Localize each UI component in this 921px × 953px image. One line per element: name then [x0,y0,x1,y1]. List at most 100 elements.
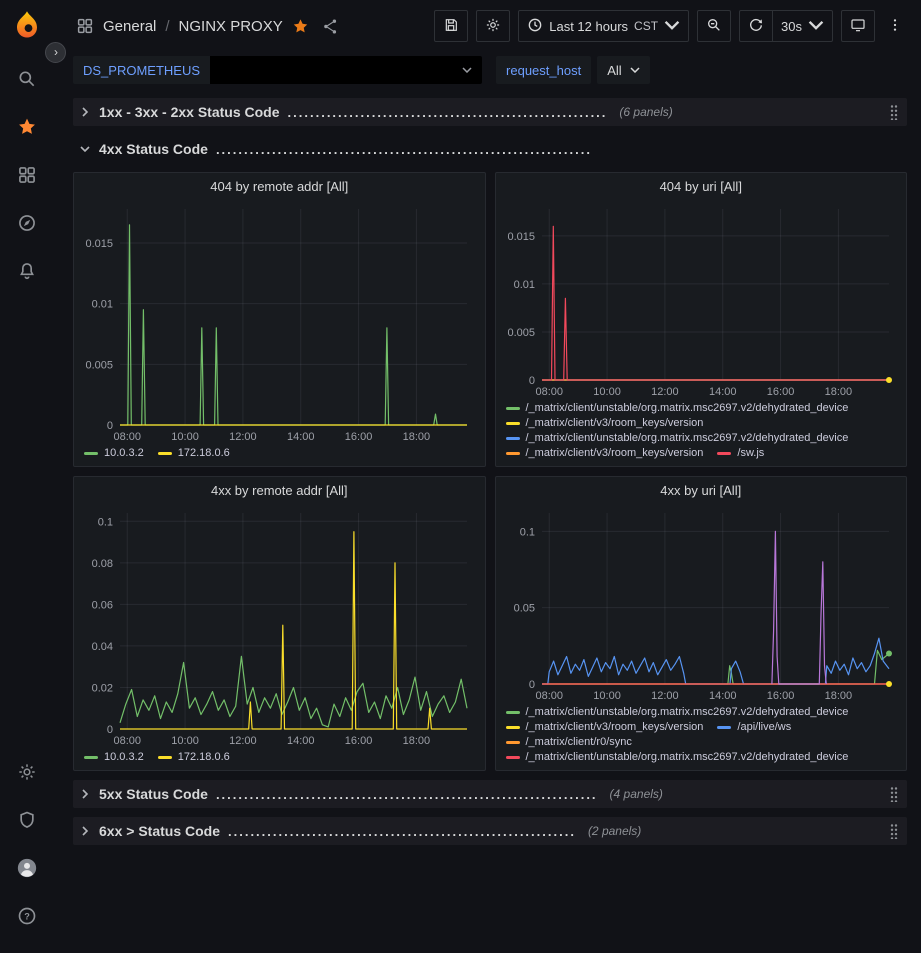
row-leader-dots: ........................................… [216,142,592,157]
var-select-request-host[interactable]: All [597,56,649,84]
legend-swatch [84,452,98,455]
dashboards-grid-icon [17,165,37,188]
legend-item[interactable]: /_matrix/client/unstable/org.matrix.msc2… [506,706,849,718]
panel-legend: 10.0.3.2 172.18.0.6 [74,749,485,770]
panel-header[interactable]: 404 by remote addr [All] [74,173,485,200]
svg-text:0.1: 0.1 [98,516,113,528]
svg-text:0.015: 0.015 [507,231,535,243]
legend-swatch [717,726,731,729]
svg-text:12:00: 12:00 [229,735,257,747]
zoom-out-button[interactable] [697,10,731,42]
time-series-chart[interactable]: 08:0010:0012:0014:0016:0018:0000.0050.01… [500,200,903,400]
svg-text:0.005: 0.005 [507,327,535,339]
legend-item[interactable]: /sw.js [717,447,764,459]
panel: 404 by remote addr [All] 08:0010:0012:00… [73,172,486,467]
legend-swatch [506,452,520,455]
svg-text:0.015: 0.015 [85,238,113,250]
sidebar-item-server-admin[interactable] [0,797,54,845]
sidebar-item-help[interactable]: ? [0,893,54,941]
gear-icon [17,762,37,785]
legend-item[interactable]: /_matrix/client/unstable/org.matrix.msc2… [506,402,849,414]
tv-mode-button[interactable] [841,10,875,42]
apps-icon [76,17,94,35]
legend-item[interactable]: 172.18.0.6 [158,447,230,459]
chevron-down-icon [664,17,680,36]
legend-item[interactable]: 10.0.3.2 [84,751,144,763]
svg-text:18:00: 18:00 [403,431,431,443]
panel-grid: 404 by remote addr [All] 08:0010:0012:00… [73,172,907,771]
svg-text:16:00: 16:00 [345,431,373,443]
legend-item[interactable]: /api/live/ws [717,721,791,733]
refresh-interval-picker[interactable]: 30s [773,10,833,42]
legend-label: /api/live/ws [737,721,791,733]
panel-header[interactable]: 404 by uri [All] [496,173,907,200]
time-series-chart[interactable]: 08:0010:0012:0014:0016:0018:0000.020.040… [78,504,481,749]
sidebar-item-explore[interactable] [0,200,54,248]
grafana-logo[interactable] [12,10,42,40]
chevron-right-icon [79,788,91,800]
sidebar-item-settings[interactable] [0,749,54,797]
legend-item[interactable]: /_matrix/client/v3/room_keys/version [506,417,704,429]
svg-text:18:00: 18:00 [824,690,852,702]
panel-legend: 10.0.3.2 172.18.0.6 [74,445,485,466]
svg-text:0.05: 0.05 [513,603,534,615]
var-select-ds-prometheus[interactable] [210,56,482,84]
series-line [542,650,889,684]
legend-label: /_matrix/client/unstable/org.matrix.msc2… [526,751,849,763]
sidebar-item-dashboards[interactable] [0,152,54,200]
legend-label: /sw.js [737,447,764,459]
refresh-button[interactable] [739,10,773,42]
top-navbar: General / NGINX PROXY Last 12 hours CST [54,0,921,52]
favorite-star-icon[interactable] [292,18,309,35]
panel: 4xx by uri [All] 08:0010:0012:0014:0016:… [495,476,908,771]
legend-item[interactable]: /_matrix/client/v3/room_keys/version [506,721,704,733]
dashboard-settings-button[interactable] [476,10,510,42]
save-dashboard-button[interactable] [434,10,468,42]
panel-legend: /_matrix/client/unstable/org.matrix.msc2… [496,400,907,466]
compass-icon [17,213,37,236]
panel-header[interactable]: 4xx by remote addr [All] [74,477,485,504]
row-drag-handle[interactable] [889,823,901,839]
refresh-interval-label: 30s [781,19,802,34]
legend-item[interactable]: /_matrix/client/r0/sync [506,736,632,748]
row-4xx-status-code[interactable]: 4xx Status Code ........................… [73,135,907,163]
breadcrumb-title[interactable]: NGINX PROXY [179,18,283,35]
sidebar-expand-button[interactable]: › [45,42,66,63]
star-icon [17,117,37,140]
legend-label: /_matrix/client/v3/room_keys/version [526,447,704,459]
time-range-picker[interactable]: Last 12 hours CST [518,10,689,42]
legend-item[interactable]: /_matrix/client/unstable/org.matrix.msc2… [506,432,849,444]
svg-text:0.1: 0.1 [519,526,534,538]
series-line [542,638,889,684]
legend-item[interactable]: /_matrix/client/v3/room_keys/version [506,447,704,459]
chevron-right-icon: › [54,46,58,58]
svg-text:14:00: 14:00 [287,431,315,443]
time-series-chart[interactable]: 08:0010:0012:0014:0016:0018:0000.0050.01… [78,200,481,445]
variable-ds-prometheus: DS_PROMETHEUS [73,56,482,84]
row-title: 6xx > Status Code [99,823,220,839]
legend-item[interactable]: 172.18.0.6 [158,751,230,763]
legend-item[interactable]: 10.0.3.2 [84,447,144,459]
search-icon [17,69,37,92]
share-icon[interactable] [322,18,339,35]
legend-swatch [506,741,520,744]
row-5xx-status-code[interactable]: 5xx Status Code ........................… [73,780,907,808]
sidebar-item-search[interactable] [0,56,54,104]
row-1xx-3xx-2xx-status-code[interactable]: 1xx - 3xx - 2xx Status Code ............… [73,98,907,126]
row-drag-handle[interactable] [889,104,901,120]
sidebar-item-alerting[interactable] [0,248,54,296]
row-drag-handle[interactable] [889,786,901,802]
row-panel-count: (4 panels) [610,787,663,801]
sidebar-item-starred[interactable] [0,104,54,152]
bell-icon [17,261,37,284]
sidebar-item-profile[interactable] [0,845,54,893]
svg-text:10:00: 10:00 [171,431,199,443]
row-6xx-status-code[interactable]: 6xx > Status Code ......................… [73,817,907,845]
series-line [120,656,467,727]
legend-swatch [506,726,520,729]
time-series-chart[interactable]: 08:0010:0012:0014:0016:0018:0000.050.1 [500,504,903,704]
breadcrumb-section[interactable]: General [103,18,156,35]
legend-item[interactable]: /_matrix/client/unstable/org.matrix.msc2… [506,751,849,763]
more-options-button[interactable] [883,10,907,42]
panel-header[interactable]: 4xx by uri [All] [496,477,907,504]
